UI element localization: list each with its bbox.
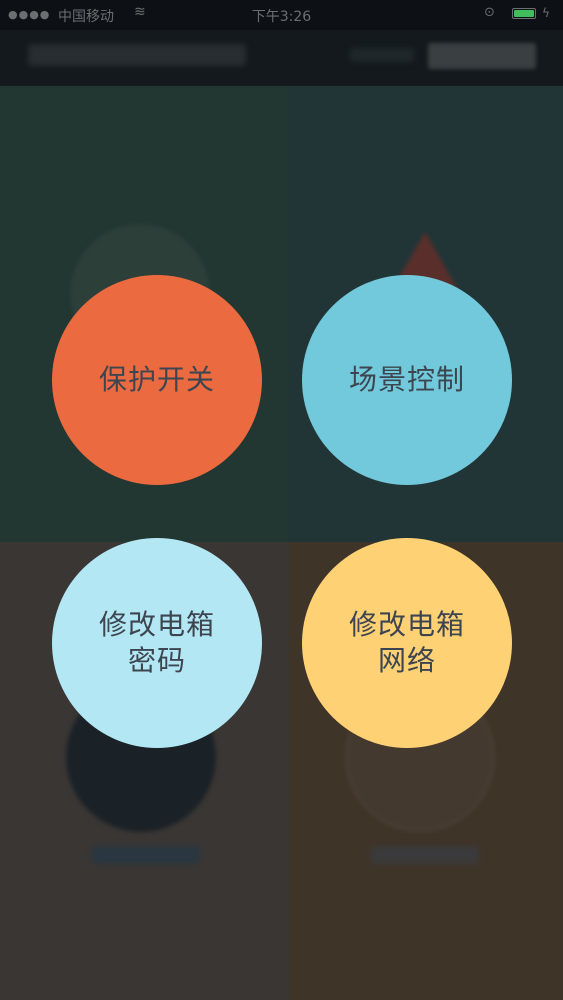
- status-time: 下午3:26: [251, 9, 312, 25]
- scene-control-button[interactable]: 场景控制: [302, 275, 512, 485]
- change-box-network-button[interactable]: 修改电箱 网络: [302, 538, 512, 748]
- charging-bolt-icon: ϟ: [542, 6, 550, 20]
- change-box-network-label-line2: 网络: [377, 644, 436, 677]
- change-box-network-label-line1: 修改电箱: [348, 608, 465, 641]
- bg-ghost-label: [371, 846, 479, 864]
- blurred-header-meta: [350, 48, 414, 62]
- nav-header: [0, 30, 563, 86]
- blurred-header-button: [428, 43, 536, 69]
- bg-ghost-label: [92, 846, 200, 864]
- change-box-password-label-line2: 密码: [127, 644, 186, 677]
- blurred-page-title: [28, 44, 246, 66]
- change-box-password-label-line1: 修改电箱: [98, 608, 215, 641]
- protection-switch-button[interactable]: 保护开关: [52, 275, 262, 485]
- protection-switch-label: 保护开关: [98, 363, 215, 396]
- battery-icon: [512, 8, 536, 19]
- scene-control-label: 场景控制: [348, 363, 465, 396]
- status-bar: ●●●● 中国移动 ≋ 下午3:26 ⊙ ϟ: [0, 0, 563, 30]
- change-box-password-button[interactable]: 修改电箱 密码: [52, 538, 262, 748]
- orientation-lock-icon: ⊙: [484, 5, 495, 20]
